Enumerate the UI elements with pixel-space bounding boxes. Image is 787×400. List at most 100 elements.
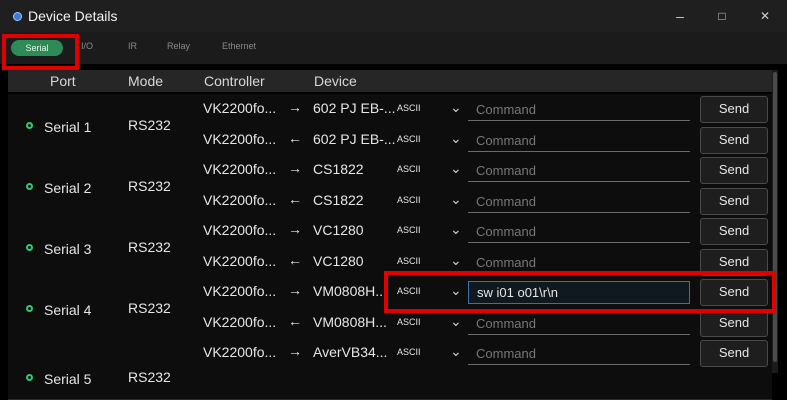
send-button[interactable]: Send: [700, 157, 768, 184]
mode-label: RS232: [128, 300, 171, 316]
table-row: VK2200fo... ← VM0808H... ASCII ⌄ Send: [203, 308, 772, 338]
command-input[interactable]: [468, 129, 690, 152]
device-name: VC1280: [313, 253, 364, 269]
device-name: CS1822: [313, 161, 364, 177]
encoding-select[interactable]: ASCII: [397, 103, 421, 113]
chevron-down-icon[interactable]: ⌄: [450, 191, 462, 208]
arrow-right-icon: →: [288, 99, 302, 115]
send-button[interactable]: Send: [700, 127, 768, 154]
encoding-select[interactable]: ASCII: [397, 164, 421, 174]
port-label: Serial 1: [44, 119, 92, 135]
table-header: Port Mode Controller Device: [8, 70, 772, 92]
encoding-select[interactable]: ASCII: [397, 317, 421, 327]
chevron-down-icon[interactable]: ⌄: [450, 313, 462, 330]
status-led-icon: [26, 244, 33, 251]
table-row: VK2200fo... → VC1280 ASCII ⌄ Send: [203, 216, 772, 246]
table-row: VK2200fo... ← 602 PJ EB-...ASCII ⌄ Send: [203, 125, 772, 155]
port-group: Serial 3 RS232 VK2200fo... → VC1280 ASCII ⌄ Sen…: [8, 216, 772, 278]
device-name: VC1280: [313, 222, 364, 238]
status-led-icon: [26, 122, 33, 129]
vertical-scrollbar[interactable]: [772, 70, 778, 373]
chevron-down-icon[interactable]: ⌄: [450, 221, 462, 238]
command-input[interactable]: [468, 281, 690, 304]
device-name: CS1822: [313, 192, 364, 208]
device-name: VM0808H...: [313, 314, 387, 330]
chevron-down-icon[interactable]: ⌄: [450, 160, 462, 177]
send-button[interactable]: Send: [700, 340, 768, 367]
chevron-down-icon[interactable]: ⌄: [450, 99, 462, 116]
status-led-icon: [26, 305, 33, 312]
close-button[interactable]: ✕: [751, 6, 779, 26]
send-button[interactable]: Send: [700, 188, 768, 215]
port-group: Serial 5 RS232 VK2200fo... → AverVB34... ASCI…: [8, 338, 772, 400]
encoding-select[interactable]: ASCII: [397, 134, 421, 144]
window-title: Device Details: [28, 8, 118, 24]
send-button[interactable]: Send: [700, 96, 768, 123]
tab-serial[interactable]: Serial: [11, 40, 63, 56]
controller-name: VK2200fo...: [203, 344, 277, 360]
table-row: VK2200fo... → CS1822 ASCII ⌄ Send: [203, 155, 772, 185]
command-input[interactable]: [468, 159, 690, 182]
mode-label: RS232: [128, 369, 171, 385]
port-group: Serial 2 RS232 VK2200fo... → CS1822 ASCII ⌄ Sen…: [8, 155, 772, 217]
table-row: VK2200fo... → AverVB34... ASCII ⌄ Send: [203, 338, 772, 368]
controller-name: VK2200fo...: [203, 314, 277, 330]
controller-name: VK2200fo...: [203, 100, 277, 116]
tab-ethernet[interactable]: Ethernet: [222, 41, 256, 51]
encoding-select[interactable]: ASCII: [397, 347, 421, 357]
column-header-mode: Mode: [128, 73, 164, 89]
send-button[interactable]: Send: [700, 310, 768, 337]
maximize-button[interactable]: □: [708, 6, 736, 26]
table-row: VK2200fo... ← CS1822 ASCII ⌄ Send: [203, 186, 772, 216]
tab-ir[interactable]: IR: [128, 41, 137, 51]
arrow-right-icon: →: [288, 221, 302, 237]
column-header-controller: Controller: [204, 73, 265, 89]
command-input[interactable]: [468, 312, 690, 335]
send-button[interactable]: Send: [700, 249, 768, 276]
encoding-select[interactable]: ASCII: [397, 256, 421, 266]
app-icon: [13, 12, 22, 21]
command-input[interactable]: [468, 251, 690, 274]
arrow-left-icon: ←: [288, 191, 302, 207]
mode-label: RS232: [128, 239, 171, 255]
port-group: Serial 1 RS232 VK2200fo... → 602 PJ EB-... AS…: [8, 94, 772, 156]
tab-io[interactable]: I/O: [81, 41, 93, 51]
chevron-down-icon[interactable]: ⌄: [450, 130, 462, 147]
encoding-select[interactable]: ASCII: [397, 286, 421, 296]
chevron-down-icon[interactable]: ⌄: [450, 343, 462, 360]
arrow-right-icon: →: [288, 343, 302, 359]
chevron-down-icon[interactable]: ⌄: [450, 252, 462, 269]
controller-name: VK2200fo...: [203, 192, 277, 208]
encoding-select[interactable]: ASCII: [397, 195, 421, 205]
scrollbar-thumb[interactable]: [773, 72, 777, 362]
device-name: AverVB34...: [313, 344, 388, 360]
command-input[interactable]: [468, 190, 690, 213]
command-input[interactable]: [468, 220, 690, 243]
mode-label: RS232: [128, 117, 171, 133]
device-name: VM0808H...: [313, 283, 387, 299]
send-button[interactable]: Send: [700, 279, 768, 306]
status-led-icon: [26, 183, 33, 190]
device-name: 602 PJ EB-...: [313, 131, 396, 147]
chevron-down-icon[interactable]: ⌄: [450, 282, 462, 299]
arrow-left-icon: ←: [288, 130, 302, 146]
command-input[interactable]: [468, 98, 690, 121]
port-label: Serial 4: [44, 302, 92, 318]
tab-relay[interactable]: Relay: [167, 41, 190, 51]
port-label: Serial 2: [44, 180, 92, 196]
port-group: Serial 4 RS232 VK2200fo... → VM0808H... ASCII…: [8, 277, 772, 339]
minimize-button[interactable]: –: [666, 6, 694, 26]
serial-table: Port Mode Controller Device Serial 1 RS23…: [8, 70, 772, 400]
table-row: VK2200fo... → 602 PJ EB-...ASCII ⌄ Send: [203, 94, 772, 124]
table-row: VK2200fo... → VM0808H... ASCII ⌄ Send: [203, 277, 772, 307]
controller-name: VK2200fo...: [203, 161, 277, 177]
tab-bar: [0, 32, 787, 64]
port-label: Serial 5: [44, 371, 92, 387]
mode-label: RS232: [128, 178, 171, 194]
arrow-right-icon: →: [288, 160, 302, 176]
port-label: Serial 3: [44, 241, 92, 257]
arrow-left-icon: ←: [288, 252, 302, 268]
send-button[interactable]: Send: [700, 218, 768, 245]
command-input[interactable]: [468, 342, 690, 365]
encoding-select[interactable]: ASCII: [397, 225, 421, 235]
